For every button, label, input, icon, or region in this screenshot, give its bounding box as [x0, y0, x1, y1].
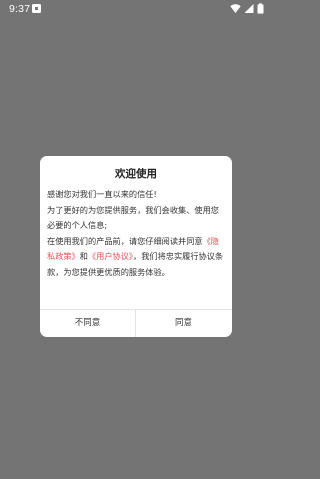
data-collection-text: 为了更好的为您提供服务，我们会收集、使用您必要的个人信息;: [47, 204, 219, 231]
app-notification-icon: [32, 4, 41, 13]
status-icons: [227, 3, 264, 15]
status-bar: 9:37: [0, 0, 270, 18]
disagree-button[interactable]: 不同意: [40, 310, 135, 337]
dialog-title: 欢迎使用: [115, 168, 157, 180]
and-text: 和: [79, 251, 88, 261]
status-time: 9:37: [9, 3, 31, 15]
agreement-text-intro: 在使用我们的产品前，请您仔细阅读并同意: [47, 235, 203, 246]
battery-icon: [257, 3, 264, 14]
thanks-text: 感谢您对我们一直以来的信任!: [47, 189, 157, 199]
wifi-icon: [230, 4, 241, 13]
dialog-body: 感谢您对我们一直以来的信任! 为了更好的为您提供服务，我们会收集、使用您必要的个…: [47, 187, 226, 280]
privacy-consent-dialog: 欢迎使用 感谢您对我们一直以来的信任! 为了更好的为您提供服务，我们会收集、使用…: [40, 156, 232, 337]
agreement-text: 在使用我们的产品前，请您仔细阅读并同意《隐私政策》和《用户协议》，我们将忠实履行…: [47, 234, 226, 281]
screen: 9:37 欢迎使用 感谢您对我们一直以来的信任! 为了更好的为您提供服务，我们会…: [0, 0, 270, 479]
agree-button[interactable]: 同意: [136, 310, 231, 337]
user-agreement-link[interactable]: 《用户协议》: [88, 251, 133, 261]
cellular-signal-icon: [244, 4, 254, 13]
